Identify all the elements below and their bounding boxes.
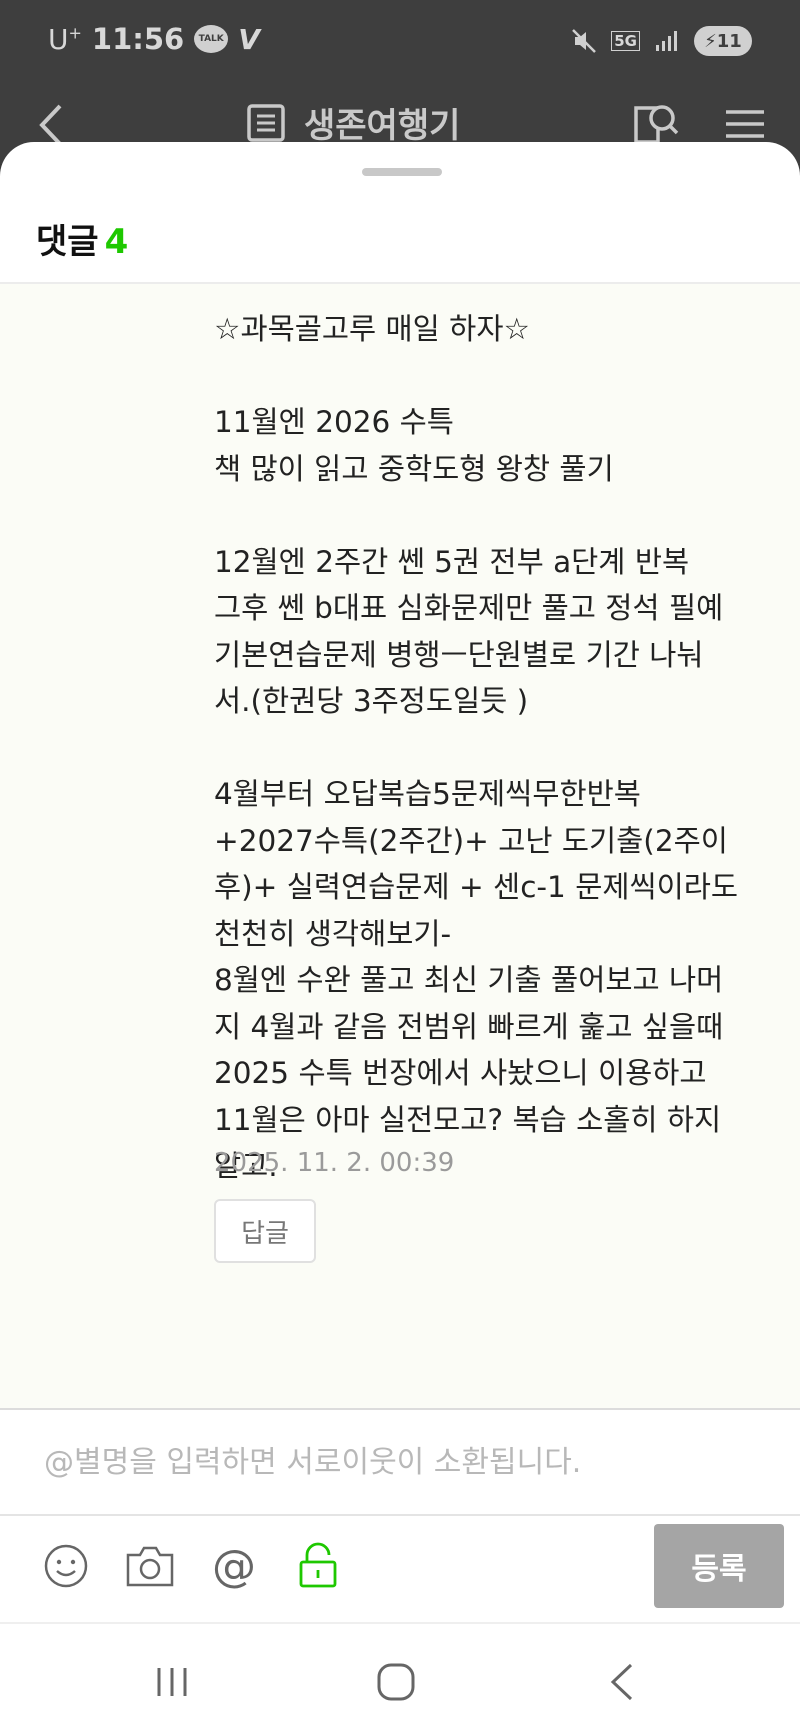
comment-count: 4 — [104, 222, 129, 262]
submit-button[interactable]: 등록 — [654, 1524, 784, 1608]
system-nav-bar — [0, 1622, 800, 1733]
secret-comment-button[interactable] — [288, 1536, 348, 1596]
comment-line: 후)+ 실력연습문제 + 센c-1 문제씩이라도 — [214, 870, 739, 904]
hamburger-icon — [726, 110, 764, 138]
camera-button[interactable] — [120, 1536, 180, 1596]
sheet-title-label: 댓글 — [36, 222, 99, 262]
mention-button[interactable]: @ — [204, 1536, 264, 1596]
kakaotalk-icon: TALK — [194, 25, 229, 53]
comment-line — [214, 353, 774, 400]
comment-text: ☆과목골고루 매일 하자☆ 11월엔 2026 수특책 많이 읽고 중학도형 왕… — [214, 306, 774, 1190]
comment-line: 지 4월과 같음 전범위 빠르게 훑고 싶을때 — [214, 1009, 724, 1044]
comment-line: 11월은 아마 실전모고? 복습 소홀히 하지 — [214, 1102, 722, 1137]
home-button[interactable] — [366, 1652, 426, 1712]
comment-line: +2027수특(2주간)+ 고난 도기출(2주이 — [214, 823, 728, 858]
recent-apps-icon — [157, 1668, 187, 1696]
comment-toolbar: @ 등록 — [0, 1516, 800, 1622]
signal-icon — [656, 31, 677, 51]
comment-line: 4월부터 오답복습5문제씩무한반복 — [214, 777, 641, 811]
comment-list[interactable]: ☆과목골고루 매일 하자☆ 11월엔 2026 수특책 많이 읽고 중학도형 왕… — [0, 284, 800, 1550]
comment-line: 11월엔 2026 수특 — [214, 405, 454, 439]
list-icon — [247, 103, 285, 142]
comment-line: 8월엔 수완 풀고 최신 기출 풀어보고 나머 — [214, 963, 724, 997]
lock-open-icon — [299, 1542, 337, 1588]
comment-line: 12월엔 2주간 쎈 5권 전부 a단계 반복 — [214, 544, 690, 579]
comment-line — [214, 725, 774, 772]
comment-line: 책 많이 읽고 중학도형 왕창 풀기 — [214, 451, 614, 486]
system-back-button[interactable] — [592, 1652, 652, 1712]
comment-line: 2025 수특 번장에서 사놨으니 이용하고 — [214, 1056, 707, 1090]
v-app-icon: V — [238, 22, 260, 56]
menu-button[interactable] — [724, 106, 766, 146]
comment-line: 천천히 생각해보기- — [214, 916, 452, 951]
mute-icon — [572, 29, 597, 53]
chevron-left-icon — [610, 1663, 633, 1701]
status-time: 11:56 — [91, 22, 185, 56]
home-icon — [377, 1663, 415, 1701]
recent-apps-button[interactable] — [142, 1652, 202, 1712]
comment-date: 2025. 11. 2. 00:39 — [214, 1148, 455, 1178]
smiley-icon — [44, 1544, 88, 1588]
at-sign-icon: @ — [212, 1540, 256, 1592]
status-bar: U+ 11:56 TALK V 5G ⚡ 11 — [0, 0, 800, 84]
comment-line: 서.(한권당 3주정도일듯 ) — [214, 684, 529, 718]
battery-icon: ⚡ 11 — [694, 26, 752, 56]
comment-line — [214, 492, 774, 539]
comment-line: 기본연습문제 병행ㅡ단원별로 기간 나눠 — [214, 637, 704, 672]
sheet-drag-handle[interactable] — [362, 168, 442, 176]
comment-line: 그후 쎈 b대표 심화문제만 풀고 정석 필예 — [214, 591, 724, 625]
comment-sheet: 댓글 4 ☆과목골고루 매일 하자☆ 11월엔 2026 수특책 많이 읽고 중학… — [0, 142, 800, 1622]
emoji-button[interactable] — [36, 1536, 96, 1596]
network-type: 5G — [611, 31, 640, 51]
comment-line: ☆과목골고루 매일 하자☆ — [214, 312, 530, 346]
page-title: 생존여행기 — [304, 106, 461, 146]
search-icon — [634, 105, 679, 144]
reply-button[interactable]: 답글 — [214, 1199, 316, 1263]
camera-icon — [126, 1546, 174, 1587]
comment-input[interactable] — [0, 1410, 800, 1514]
carrier-label: U+ — [48, 22, 82, 56]
sheet-title: 댓글 4 — [36, 214, 128, 263]
